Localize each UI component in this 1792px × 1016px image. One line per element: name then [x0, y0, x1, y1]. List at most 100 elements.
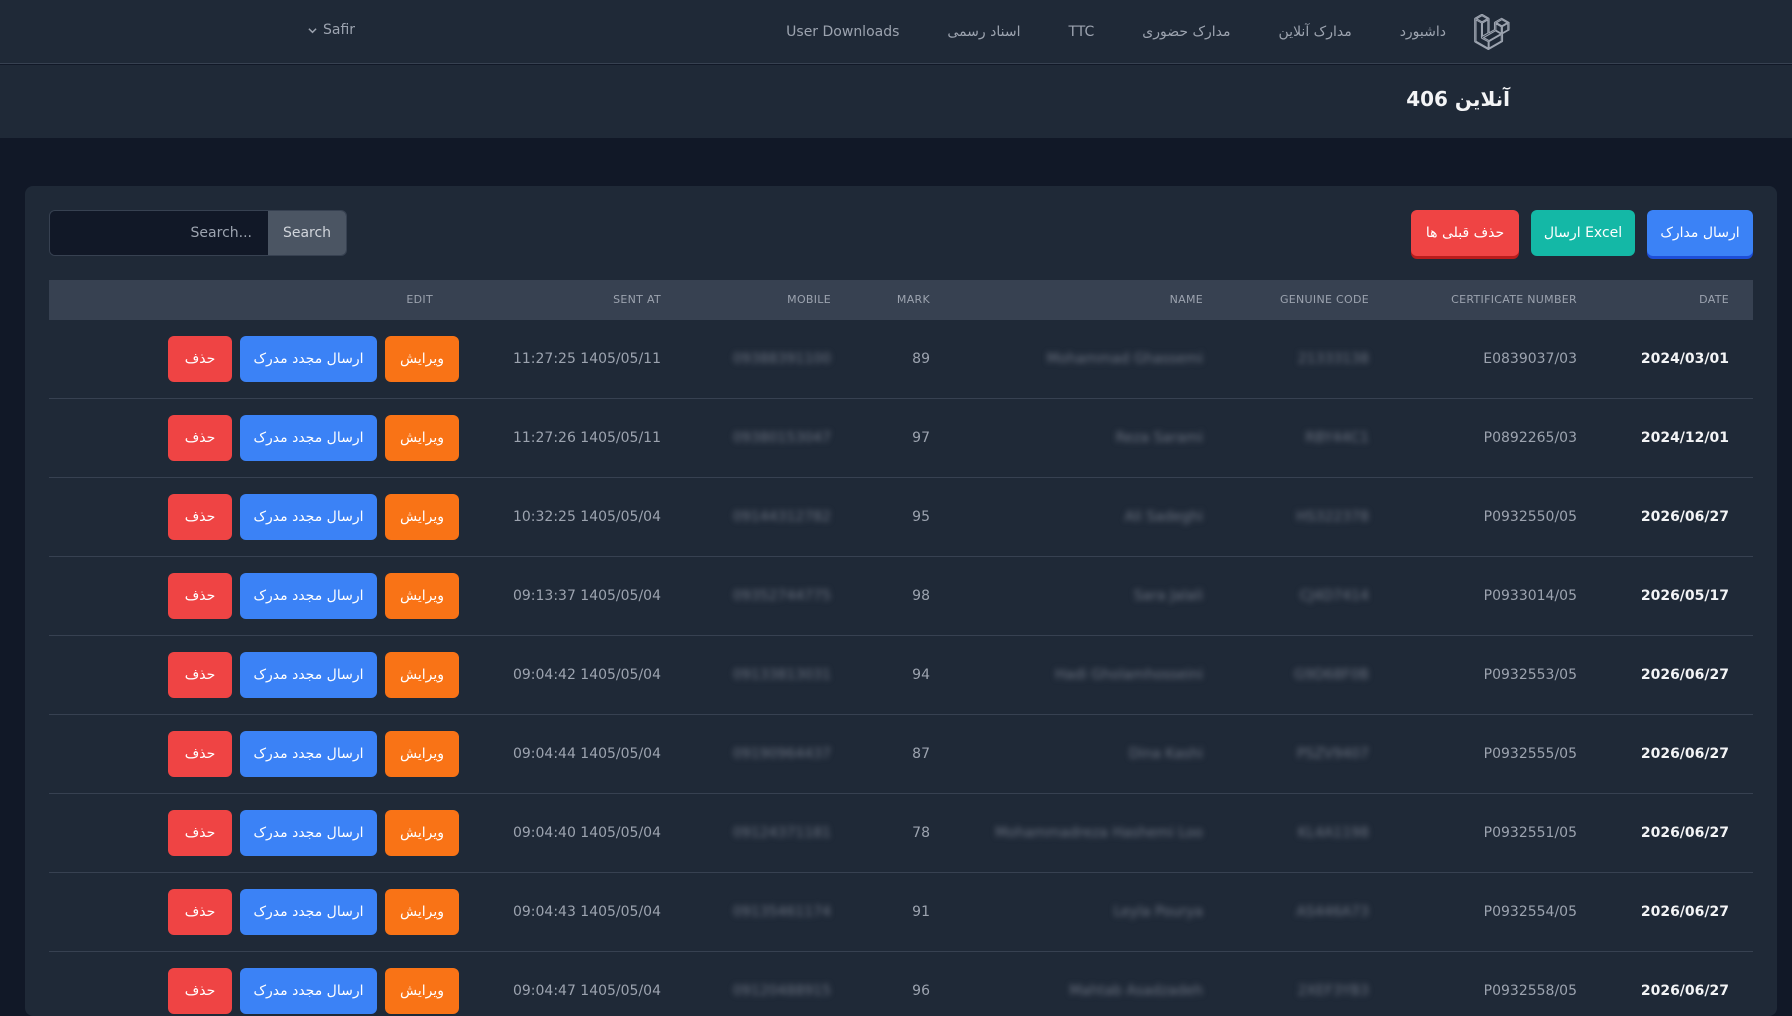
edit-button[interactable]: ویرایش [385, 573, 459, 619]
table-body: 2024/03/01 E0839037/03 21333138 Mohammad Gh… [49, 320, 1753, 1016]
mobile-cell: 09380153047 [733, 430, 831, 446]
delete-button[interactable]: حذف [168, 652, 232, 698]
resend-document-button[interactable]: ارسال مجدد مدرک [240, 889, 377, 935]
delete-previous-button[interactable]: حذف قبلی ها [1411, 210, 1519, 256]
certificate-number-cell: P0892265/03 [1483, 430, 1577, 446]
nav-link-official-documents[interactable]: اسناد رسمی [947, 24, 1020, 40]
delete-button[interactable]: حذف [168, 573, 232, 619]
content-card: ارسال مدارک ارسال Excel حذف قبلی ها Sear… [25, 186, 1777, 1016]
date-cell: 2026/06/27 [1640, 746, 1729, 762]
name-cell: Mahtab Asadzadeh [1069, 983, 1203, 999]
search-button[interactable]: Search [268, 211, 346, 255]
name-cell: Sara Jalali [1133, 588, 1203, 604]
nav-link-dashboard[interactable]: داشبورد [1400, 24, 1446, 40]
name-cell: Ali Sadeghi [1124, 509, 1203, 525]
nav-link-in-person-docs[interactable]: مدارک حضوری [1142, 24, 1230, 40]
resend-document-button[interactable]: ارسال مجدد مدرک [240, 968, 377, 1014]
mark-cell: 97 [912, 430, 930, 446]
delete-button[interactable]: حذف [168, 968, 232, 1014]
nav-link-user-downloads[interactable]: User Downloads [786, 24, 899, 40]
delete-button[interactable]: حذف [168, 889, 232, 935]
edit-button[interactable]: ویرایش [385, 731, 459, 777]
name-cell: Dina Kashi [1128, 746, 1203, 762]
search-input[interactable] [50, 211, 268, 255]
mark-cell: 89 [912, 351, 930, 367]
name-cell: Leyla Pourya [1113, 904, 1203, 920]
date-cell: 2026/06/27 [1640, 667, 1729, 683]
genuine-code-cell: G9D68F0B [1294, 667, 1369, 683]
certificate-number-cell: P0932550/05 [1483, 509, 1577, 525]
header-mark: MARK [896, 293, 930, 306]
edit-button[interactable]: ویرایش [385, 336, 459, 382]
sent-at-cell: 09:04:40 1405/05/04 [512, 825, 661, 841]
date-cell: 2026/06/27 [1640, 904, 1729, 920]
send-documents-button[interactable]: ارسال مدارک [1647, 210, 1753, 256]
delete-button[interactable]: حذف [168, 415, 232, 461]
table-row: 2026/06/27 P0932551/05 KL4A1198 Mohammadrez… [49, 794, 1753, 873]
mark-cell: 95 [912, 509, 930, 525]
genuine-code-cell: RBY44C1 [1305, 430, 1369, 446]
edit-button[interactable]: ویرایش [385, 810, 459, 856]
user-name: Safir [323, 22, 356, 38]
resend-document-button[interactable]: ارسال مجدد مدرک [240, 652, 377, 698]
header-mobile: MOBILE [787, 293, 831, 306]
header-genuine-code: GENUINE CODE [1279, 293, 1369, 306]
mark-cell: 87 [912, 746, 930, 762]
resend-document-button[interactable]: ارسال مجدد مدرک [240, 573, 377, 619]
genuine-code-cell: AS446A73 [1296, 904, 1369, 920]
certificate-number-cell: E0839037/03 [1483, 351, 1577, 367]
sent-at-cell: 09:13:37 1405/05/04 [512, 588, 661, 604]
delete-button[interactable]: حذف [168, 494, 232, 540]
delete-button[interactable]: حذف [168, 810, 232, 856]
edit-button[interactable]: ویرایش [385, 889, 459, 935]
nav-link-online-docs[interactable]: مدارک آنلاین [1279, 24, 1352, 40]
date-cell: 2026/06/27 [1640, 825, 1729, 841]
header-name: NAME [1169, 293, 1203, 306]
table-row: 2026/06/27 P0932555/05 PSZV9407 Dina Kashi 8… [49, 715, 1753, 794]
table-row: 2024/12/01 P0892265/03 RBY44C1 Reza Sarami 9… [49, 399, 1753, 478]
chevron-down-icon [308, 27, 317, 33]
mobile-cell: 09135461174 [733, 904, 831, 920]
certificate-number-cell: P0932551/05 [1483, 825, 1577, 841]
sent-at-cell: 11:27:26 1405/05/11 [512, 430, 661, 446]
resend-document-button[interactable]: ارسال مجدد مدرک [240, 731, 377, 777]
edit-button[interactable]: ویرایش [385, 968, 459, 1014]
mobile-cell: 09388391100 [733, 351, 831, 367]
sent-at-cell: 09:04:47 1405/05/04 [512, 983, 661, 999]
top-navbar: داشبورد مدارک آنلاین مدارک حضوری TTC اسن… [0, 0, 1792, 64]
date-cell: 2024/03/01 [1640, 351, 1729, 367]
resend-document-button[interactable]: ارسال مجدد مدرک [240, 336, 377, 382]
delete-button[interactable]: حذف [168, 336, 232, 382]
sent-at-cell: 11:27:25 1405/05/11 [512, 351, 661, 367]
genuine-code-cell: HS322378 [1296, 509, 1369, 525]
edit-button[interactable]: ویرایش [385, 652, 459, 698]
edit-button[interactable]: ویرایش [385, 494, 459, 540]
user-menu[interactable]: Safir [308, 22, 355, 38]
sent-at-cell: 09:04:42 1405/05/04 [512, 667, 661, 683]
page-header: آنلاین 406 [0, 65, 1792, 138]
header-date: DATE [1699, 293, 1729, 306]
header-sent-at: SENT AT [613, 293, 661, 306]
table-row: 2026/05/17 P0933014/05 CJ4D7414 Sara Jalali… [49, 557, 1753, 636]
nav-link-ttc[interactable]: TTC [1068, 24, 1094, 40]
mark-cell: 91 [912, 904, 930, 920]
mark-cell: 94 [912, 667, 930, 683]
genuine-code-cell: PSZV9407 [1296, 746, 1369, 762]
mark-cell: 78 [912, 825, 930, 841]
search-group: Search [49, 210, 347, 256]
edit-button[interactable]: ویرایش [385, 415, 459, 461]
delete-button[interactable]: حذف [168, 731, 232, 777]
resend-document-button[interactable]: ارسال مجدد مدرک [240, 494, 377, 540]
certificate-number-cell: P0932554/05 [1483, 904, 1577, 920]
resend-document-button[interactable]: ارسال مجدد مدرک [240, 810, 377, 856]
certificate-number-cell: P0932558/05 [1483, 983, 1577, 999]
date-cell: 2026/06/27 [1640, 509, 1729, 525]
resend-document-button[interactable]: ارسال مجدد مدرک [240, 415, 377, 461]
genuine-code-cell: CJ4D7414 [1299, 588, 1369, 604]
send-excel-button[interactable]: ارسال Excel [1531, 210, 1635, 256]
laravel-logo-icon[interactable] [1474, 14, 1510, 50]
genuine-code-cell: 2XEF3YB3 [1297, 983, 1369, 999]
sent-at-cell: 10:32:25 1405/05/04 [512, 509, 661, 525]
mobile-cell: 09124371181 [733, 825, 831, 841]
name-cell: Mohammadreza Hashemi Loo [995, 825, 1203, 841]
